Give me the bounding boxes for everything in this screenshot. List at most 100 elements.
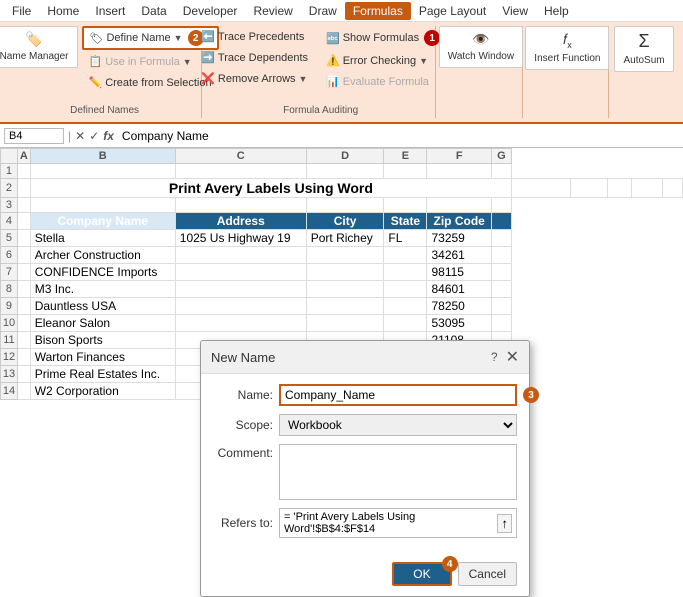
dialog-help-icon[interactable]: ? [491, 350, 498, 364]
cell[interactable] [30, 198, 175, 213]
watch-window-button[interactable]: 👁️ Watch Window [439, 26, 523, 68]
cell[interactable] [306, 164, 384, 179]
trace-precedents-button[interactable]: ⬅️ Trace Precedents [194, 27, 315, 46]
table-row[interactable]: 1 [1, 164, 683, 179]
dialog-cancel-button[interactable]: Cancel [458, 562, 517, 586]
cell[interactable] [306, 298, 384, 315]
col-header-g[interactable]: G [491, 149, 511, 164]
cell[interactable] [427, 164, 491, 179]
formula-input[interactable] [118, 128, 679, 144]
cell[interactable] [17, 230, 30, 247]
cell[interactable] [17, 332, 30, 349]
cell[interactable]: Print Avery Labels Using Word [30, 179, 511, 198]
cell[interactable] [491, 164, 511, 179]
cell[interactable] [175, 281, 306, 298]
cell[interactable] [384, 164, 427, 179]
cell[interactable] [306, 247, 384, 264]
menu-view[interactable]: View [494, 2, 536, 20]
evaluate-formula-button[interactable]: 📊 Evaluate Formula [319, 72, 447, 91]
dialog-refers-expand-button[interactable]: ↑ [497, 514, 512, 533]
cell[interactable] [491, 230, 511, 247]
cell[interactable] [175, 264, 306, 281]
confirm-formula-icon[interactable]: ✓ [89, 129, 99, 143]
cell[interactable] [17, 264, 30, 281]
cell[interactable] [175, 198, 306, 213]
cell[interactable] [427, 198, 491, 213]
remove-arrows-button[interactable]: ❌ Remove Arrows ▼ [194, 69, 315, 88]
cell[interactable]: W2 Corporation [30, 383, 175, 400]
cell[interactable] [17, 366, 30, 383]
cell[interactable] [175, 247, 306, 264]
name-manager-button[interactable]: 🏷️ Name Manager [0, 26, 78, 68]
cell[interactable] [384, 198, 427, 213]
cell[interactable]: Address [175, 213, 306, 230]
table-row[interactable]: 5Stella1025 Us Highway 19Port RicheyFL73… [1, 230, 683, 247]
cell[interactable] [384, 315, 427, 332]
cell[interactable]: Bison Sports [30, 332, 175, 349]
cell[interactable]: 84601 [427, 281, 491, 298]
table-row[interactable]: 10Eleanor Salon53095 [1, 315, 683, 332]
table-row[interactable]: 4Company NameAddressCityStateZip Code [1, 213, 683, 230]
cell[interactable] [384, 247, 427, 264]
col-header-c[interactable]: C [175, 149, 306, 164]
cell[interactable] [17, 281, 30, 298]
cell[interactable] [632, 179, 663, 198]
cell[interactable] [17, 383, 30, 400]
cell[interactable] [491, 247, 511, 264]
cell[interactable]: Eleanor Salon [30, 315, 175, 332]
insert-function-button[interactable]: 𝑓x Insert Function [525, 26, 609, 70]
dialog-refers-field[interactable]: = 'Print Avery Labels Using Word'!$B$4:$… [279, 508, 517, 538]
cell[interactable] [570, 179, 607, 198]
cell[interactable]: Zip Code [427, 213, 491, 230]
cell[interactable] [384, 298, 427, 315]
table-row[interactable]: 9Dauntless USA78250 [1, 298, 683, 315]
cell[interactable] [491, 198, 511, 213]
cell[interactable] [306, 315, 384, 332]
dialog-close-icon[interactable]: ✕ [506, 347, 519, 367]
cell[interactable] [491, 298, 511, 315]
cell[interactable]: Company Name [30, 213, 175, 230]
cell[interactable] [384, 264, 427, 281]
cell[interactable]: Prime Real Estates Inc. [30, 366, 175, 383]
trace-dependents-button[interactable]: ➡️ Trace Dependents [194, 48, 315, 67]
table-row[interactable]: 8M3 Inc.84601 [1, 281, 683, 298]
cell[interactable] [175, 164, 306, 179]
cell[interactable]: 98115 [427, 264, 491, 281]
cell[interactable] [306, 281, 384, 298]
menu-help[interactable]: Help [536, 2, 577, 20]
table-row[interactable]: 7CONFIDENCE Imports98115 [1, 264, 683, 281]
cell-ref-input[interactable] [4, 128, 64, 144]
cell[interactable] [17, 179, 30, 198]
cell[interactable]: Warton Finances [30, 349, 175, 366]
col-header-d[interactable]: D [306, 149, 384, 164]
menu-formulas[interactable]: Formulas [345, 2, 411, 20]
col-header-a[interactable]: A [17, 149, 30, 164]
col-header-e[interactable]: E [384, 149, 427, 164]
table-row[interactable]: 3 [1, 198, 683, 213]
menu-file[interactable]: File [4, 2, 39, 20]
cell[interactable] [17, 213, 30, 230]
menu-home[interactable]: Home [39, 2, 87, 20]
dialog-name-input[interactable] [279, 384, 517, 406]
cell[interactable]: CONFIDENCE Imports [30, 264, 175, 281]
cell[interactable] [491, 315, 511, 332]
cell[interactable] [17, 198, 30, 213]
cell[interactable] [491, 264, 511, 281]
cell[interactable] [608, 179, 632, 198]
cell[interactable] [491, 213, 511, 230]
menu-page-layout[interactable]: Page Layout [411, 2, 494, 20]
table-row[interactable]: 2Print Avery Labels Using Word [1, 179, 683, 198]
insert-function-bar-icon[interactable]: fx [103, 129, 114, 143]
cell[interactable] [30, 164, 175, 179]
cell[interactable] [17, 349, 30, 366]
cancel-formula-icon[interactable]: ✕ [75, 129, 85, 143]
cell[interactable]: Port Richey [306, 230, 384, 247]
menu-review[interactable]: Review [245, 2, 300, 20]
cell[interactable]: M3 Inc. [30, 281, 175, 298]
cell[interactable] [306, 264, 384, 281]
col-header-f[interactable]: F [427, 149, 491, 164]
cell[interactable] [17, 315, 30, 332]
cell[interactable] [384, 281, 427, 298]
cell[interactable] [175, 315, 306, 332]
cell[interactable]: Dauntless USA [30, 298, 175, 315]
